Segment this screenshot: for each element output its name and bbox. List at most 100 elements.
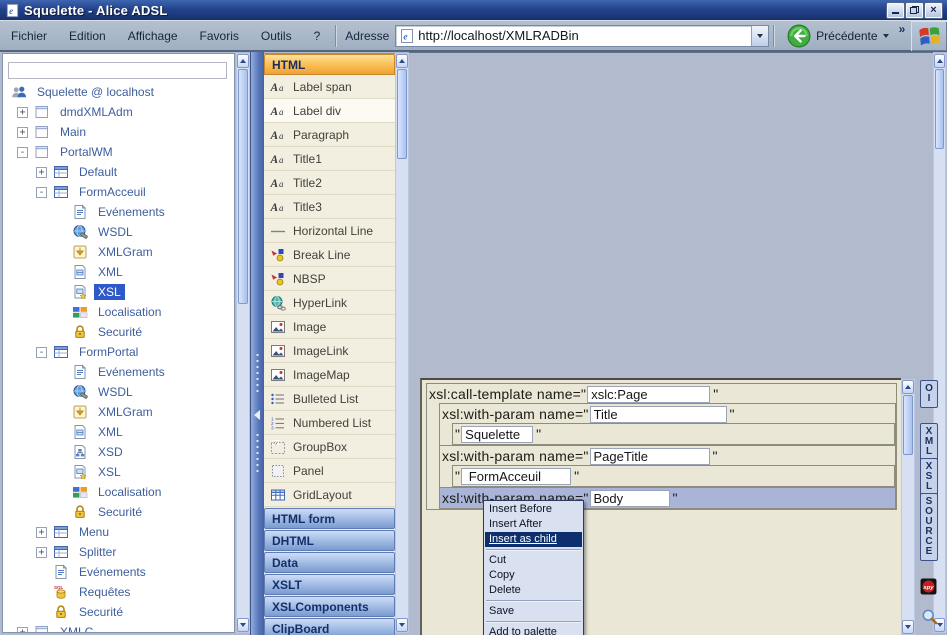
- tree-item[interactable]: Evénements: [3, 202, 234, 222]
- side-tab-xml[interactable]: XML: [920, 423, 938, 461]
- palette-item[interactable]: AaLabel div: [264, 99, 395, 123]
- editor-scrollbar[interactable]: [901, 379, 915, 635]
- palette-item[interactable]: HyperLink: [264, 291, 395, 315]
- palette-item[interactable]: Image: [264, 315, 395, 339]
- tree-item[interactable]: Securité: [3, 602, 234, 622]
- restore-button[interactable]: [906, 3, 923, 18]
- palette-item[interactable]: AaTitle2: [264, 171, 395, 195]
- tree-scrollbar[interactable]: [236, 53, 250, 633]
- tree-item[interactable]: Localisation: [3, 302, 234, 322]
- tree-item[interactable]: Localisation: [3, 482, 234, 502]
- tree-search-input[interactable]: [8, 62, 227, 79]
- tree-item[interactable]: +Main: [3, 122, 234, 142]
- tree-item[interactable]: +Menu: [3, 522, 234, 542]
- tree-item[interactable]: XML: [3, 262, 234, 282]
- tree-item[interactable]: -PortalWM: [3, 142, 234, 162]
- scroll-down-button[interactable]: [396, 618, 408, 632]
- scroll-up-button[interactable]: [934, 54, 945, 68]
- tree-item[interactable]: XSL: [3, 282, 234, 302]
- xsl-node-value-input[interactable]: [590, 406, 727, 423]
- menu-?[interactable]: ?: [303, 29, 332, 43]
- tree-item[interactable]: XSL: [3, 462, 234, 482]
- palette-section-data[interactable]: Data: [264, 552, 395, 573]
- panel-splitter[interactable]: [250, 52, 264, 635]
- palette-section-clipboard[interactable]: ClipBoard: [264, 618, 395, 635]
- palette-item[interactable]: AaTitle3: [264, 195, 395, 219]
- palette-item[interactable]: 123Numbered List: [264, 411, 395, 435]
- collapse-icon[interactable]: -: [36, 347, 47, 358]
- collapse-icon[interactable]: -: [17, 147, 28, 158]
- palette-section-html-form[interactable]: HTML form: [264, 508, 395, 529]
- palette-item[interactable]: AaParagraph: [264, 123, 395, 147]
- palette-item[interactable]: ImageLink: [264, 339, 395, 363]
- back-dropdown-icon[interactable]: [883, 34, 889, 38]
- expand-icon[interactable]: +: [17, 627, 28, 634]
- xsl-node-value-input[interactable]: [461, 468, 571, 485]
- menu-favoris[interactable]: Favoris: [189, 29, 250, 43]
- menu-edition[interactable]: Edition: [58, 29, 117, 43]
- palette-item[interactable]: AaLabel span: [264, 75, 395, 99]
- scroll-up-button[interactable]: [237, 54, 249, 68]
- magnifier-icon[interactable]: [921, 608, 938, 625]
- xsl-node-header[interactable]: xsl:with-param name="": [440, 404, 895, 424]
- context-menu-item-insert-as-child[interactable]: Insert as child: [485, 532, 582, 547]
- expand-icon[interactable]: +: [36, 527, 47, 538]
- back-button[interactable]: Précédente: [787, 24, 888, 48]
- context-menu-item-cut[interactable]: Cut: [485, 553, 582, 568]
- xsl-node-header[interactable]: "": [453, 424, 894, 444]
- side-tab-oi[interactable]: OI: [920, 380, 938, 408]
- side-tab-xsl[interactable]: XSL: [920, 458, 938, 496]
- palette-section-xslt[interactable]: XSLT: [264, 574, 395, 595]
- scrollbar-thumb[interactable]: [903, 395, 913, 455]
- context-menu-item-copy[interactable]: Copy: [485, 568, 582, 583]
- palette-item[interactable]: NBSP: [264, 267, 395, 291]
- menu-fichier[interactable]: Fichier: [0, 29, 58, 43]
- tree-item[interactable]: Securité: [3, 322, 234, 342]
- toolbar-overflow-chevron[interactable]: »: [899, 22, 906, 36]
- menu-affichage[interactable]: Affichage: [117, 29, 189, 43]
- splitter-collapse-icon[interactable]: [254, 410, 260, 420]
- palette-item[interactable]: AaTitle1: [264, 147, 395, 171]
- scrollbar-thumb[interactable]: [238, 69, 248, 304]
- context-menu-item-add-to-palette[interactable]: Add to palette: [485, 625, 582, 635]
- tree-item[interactable]: WSDL: [3, 222, 234, 242]
- tree-item[interactable]: XSD: [3, 442, 234, 462]
- tree-item[interactable]: -FormPortal: [3, 342, 234, 362]
- spy-icon[interactable]: spy: [920, 578, 937, 595]
- xsl-node-value-input[interactable]: [590, 490, 670, 507]
- collapse-icon[interactable]: -: [36, 187, 47, 198]
- palette-item[interactable]: xyGroupBox: [264, 435, 395, 459]
- scroll-up-button[interactable]: [396, 54, 408, 68]
- tree-item[interactable]: +Default: [3, 162, 234, 182]
- palette-item[interactable]: Panel: [264, 459, 395, 483]
- palette-section-html[interactable]: HTML: [264, 54, 395, 75]
- palette-item[interactable]: ImageMap: [264, 363, 395, 387]
- context-menu-item-insert-before[interactable]: Insert Before: [485, 502, 582, 517]
- palette-item[interactable]: Horizontal Line: [264, 219, 395, 243]
- palette-item[interactable]: GridLayout: [264, 483, 395, 507]
- close-button[interactable]: ×: [925, 3, 942, 18]
- tree-item[interactable]: XML: [3, 422, 234, 442]
- scroll-down-button[interactable]: [237, 618, 249, 632]
- scroll-up-button[interactable]: [902, 380, 914, 394]
- tree-item[interactable]: Squelette @ localhost: [3, 82, 234, 102]
- menu-outils[interactable]: Outils: [250, 29, 303, 43]
- xsl-node-header[interactable]: "": [453, 466, 894, 486]
- tree-item[interactable]: Evénements: [3, 562, 234, 582]
- scrollbar-thumb[interactable]: [935, 69, 944, 149]
- xsl-node-header[interactable]: xsl:call-template name="": [427, 384, 896, 404]
- tree-item[interactable]: WSDL: [3, 382, 234, 402]
- palette-section-xslcomponents[interactable]: XSLComponents: [264, 596, 395, 617]
- context-menu-item-delete[interactable]: Delete: [485, 583, 582, 598]
- expand-icon[interactable]: +: [17, 127, 28, 138]
- tree-item[interactable]: Evénements: [3, 362, 234, 382]
- scroll-down-button[interactable]: [902, 620, 914, 634]
- tree-item[interactable]: +Splitter: [3, 542, 234, 562]
- expand-icon[interactable]: +: [36, 547, 47, 558]
- xsl-node-value-input[interactable]: [587, 386, 710, 403]
- context-menu-item-save[interactable]: Save: [485, 604, 582, 619]
- side-tab-source[interactable]: SOURCE: [920, 493, 938, 561]
- tree-item[interactable]: +dmdXMLAdm: [3, 102, 234, 122]
- xsl-node-header[interactable]: xsl:with-param name="": [440, 446, 895, 466]
- scrollbar-thumb[interactable]: [397, 69, 407, 159]
